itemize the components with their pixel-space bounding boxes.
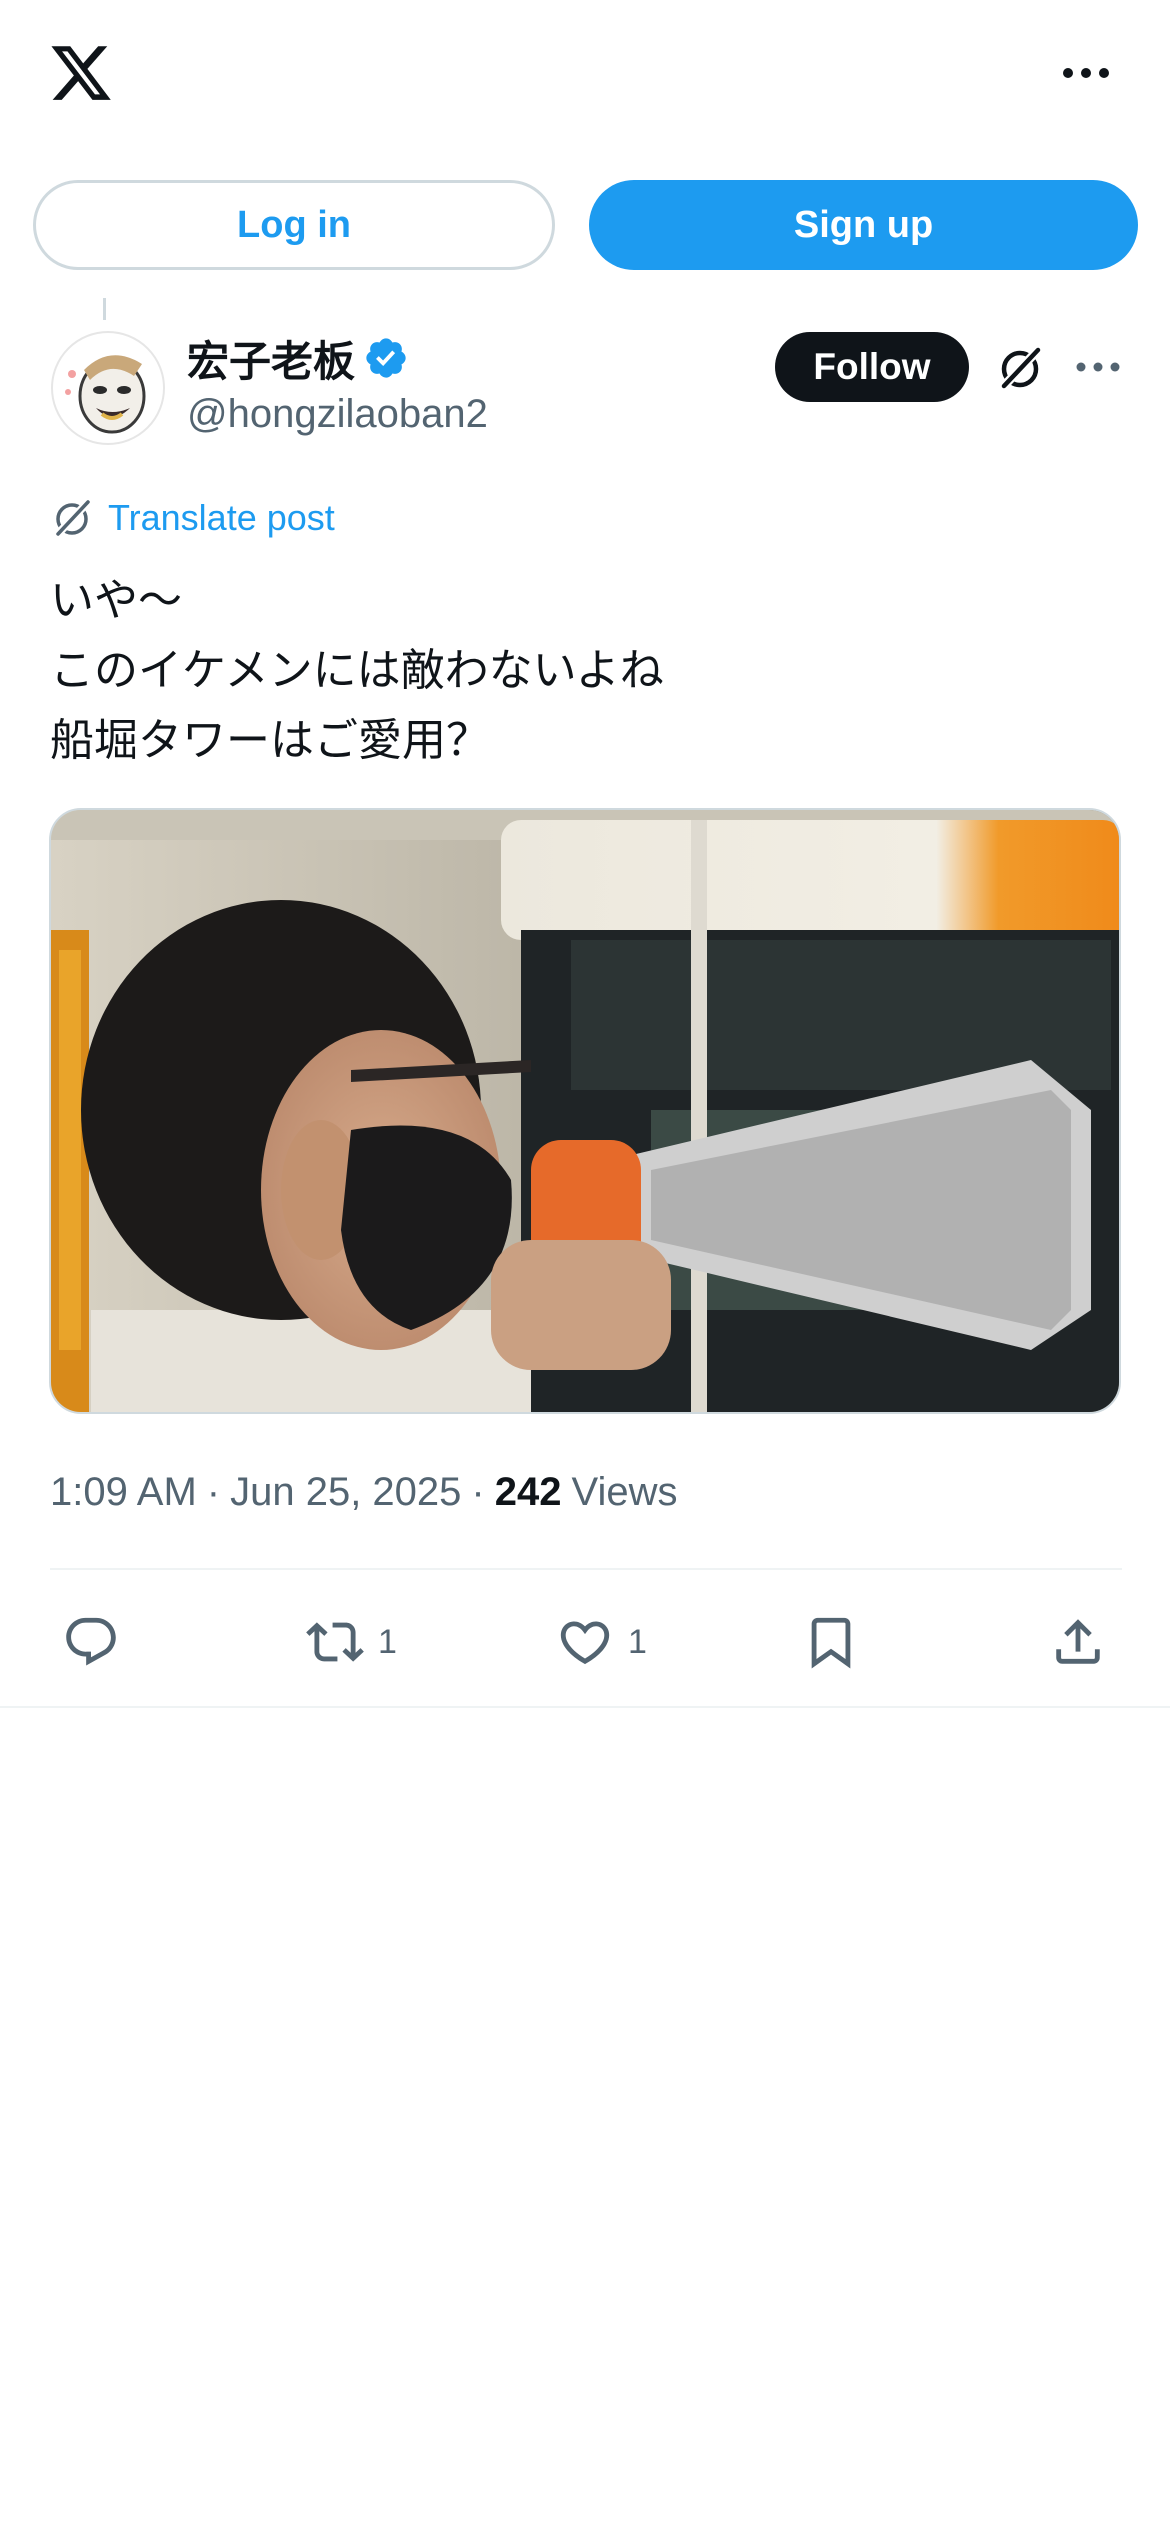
bookmark-button[interactable] <box>802 1596 860 1688</box>
heart-icon <box>560 1621 610 1665</box>
author-display-name[interactable]: 宏子老板 <box>187 328 355 389</box>
repost-icon <box>306 1622 364 1662</box>
post-text-line: このイケメンには敵わないよね <box>50 645 664 696</box>
grok-icon[interactable] <box>994 342 1046 394</box>
translate-post-link[interactable]: Translate post <box>50 494 335 542</box>
share-icon <box>1056 1619 1100 1664</box>
post-text-line: 船堀タワーはご愛用？ <box>50 715 490 766</box>
post-more-icon[interactable] <box>1074 350 1122 384</box>
repost-count: 1 <box>378 1622 397 1661</box>
translate-icon <box>53 499 91 539</box>
thread-line <box>103 298 106 320</box>
views-count: 242 <box>494 1469 562 1514</box>
like-count: 1 <box>628 1622 647 1661</box>
x-logo-icon[interactable] <box>48 40 114 106</box>
post-time[interactable]: 1:09 AM <box>50 1470 197 1515</box>
reply-icon <box>66 1617 116 1666</box>
post-media-photo[interactable] <box>49 808 1121 1414</box>
verified-badge-icon <box>366 338 406 378</box>
separator: · <box>471 1469 485 1514</box>
separator: · <box>206 1469 221 1514</box>
bookmark-icon <box>811 1617 851 1669</box>
like-button[interactable]: 1 <box>556 1596 647 1688</box>
post-text: いや〜 このイケメンには敵わないよね 船堀タワーはご愛用？ <box>50 566 1120 776</box>
reply-button[interactable] <box>62 1596 134 1688</box>
post-actions: 1 1 <box>0 1596 1170 1688</box>
follow-button[interactable]: Follow <box>775 332 969 402</box>
divider <box>50 1568 1122 1570</box>
post-meta: 1:09 AM · Jun 25, 2025 · 242 Views <box>50 1462 677 1522</box>
share-button[interactable] <box>1049 1596 1107 1688</box>
top-bar <box>0 0 1170 150</box>
views-label: Views <box>571 1469 678 1514</box>
divider <box>0 1706 1170 1708</box>
more-horizontal-icon[interactable] <box>1062 56 1110 90</box>
avatar[interactable] <box>50 330 166 446</box>
author-name-row: 宏子老板 <box>187 330 409 386</box>
author-handle[interactable]: @hongzilaoban2 <box>187 392 488 437</box>
signup-button[interactable]: Sign up <box>589 180 1138 270</box>
translate-label: Translate post <box>108 497 335 538</box>
repost-button[interactable]: 1 <box>306 1596 397 1688</box>
login-button[interactable]: Log in <box>33 180 555 270</box>
auth-buttons: Log in Sign up <box>33 180 1138 270</box>
post-text-line: いや〜 <box>50 575 182 626</box>
post-date[interactable]: Jun 25, 2025 <box>230 1470 461 1515</box>
